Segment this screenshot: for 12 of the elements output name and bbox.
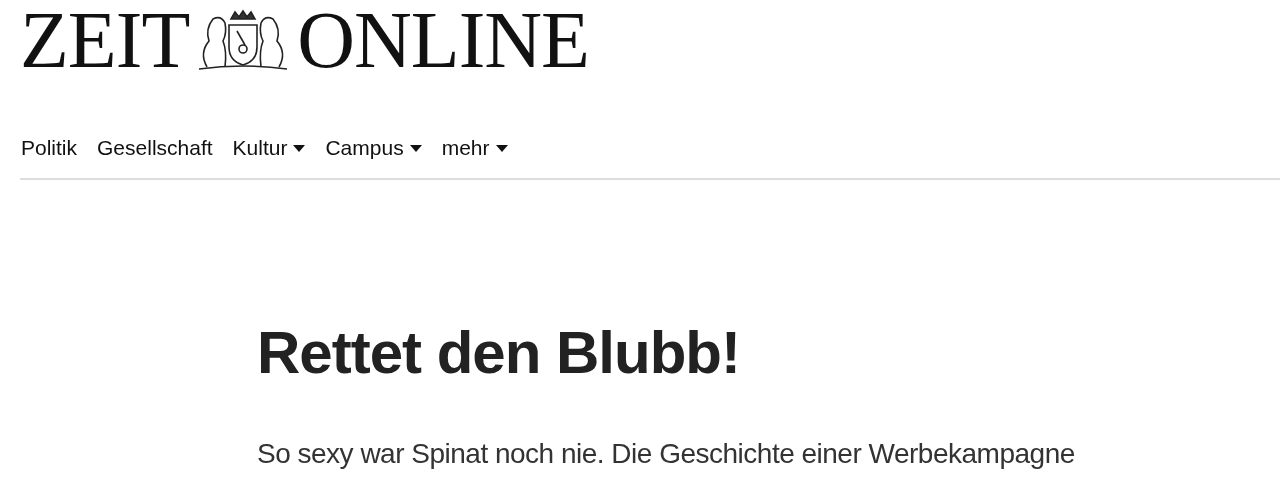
logo-text: ZEIT xyxy=(20,4,190,76)
nav-link[interactable]: Gesellschaft xyxy=(97,136,213,160)
nav-link[interactable]: mehr xyxy=(441,136,508,160)
headline: Rettet den Blubb! xyxy=(257,318,741,388)
logo-text: ONLINE xyxy=(297,4,589,76)
caret-icon xyxy=(495,144,508,152)
nav-link[interactable]: Kultur xyxy=(232,136,306,160)
caret-icon xyxy=(409,144,422,152)
nav-link[interactable]: Campus xyxy=(325,136,422,160)
summary: So sexy war Spinat noch nie. Die Geschichte einer Werbekampagne xyxy=(257,437,1076,471)
nav-link[interactable]: Politik xyxy=(21,136,78,160)
caret-icon xyxy=(293,144,306,152)
